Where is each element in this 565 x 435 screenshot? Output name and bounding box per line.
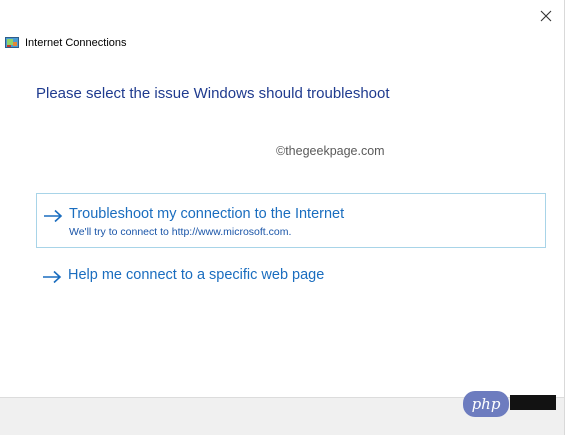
option-connect-specific-web-page[interactable]: Help me connect to a specific web page (36, 262, 546, 292)
php-logo-badge: php (463, 391, 509, 417)
overlay-bar (510, 395, 556, 410)
dialog-window: Internet Connections Please select the i… (0, 0, 565, 435)
title-bar: Internet Connections (5, 37, 127, 49)
arrow-right-icon (44, 209, 63, 223)
close-button[interactable] (534, 4, 558, 28)
network-troubleshooter-icon (5, 37, 19, 48)
page-title: Please select the issue Windows should t… (36, 85, 390, 102)
arrow-right-icon (43, 270, 62, 284)
option-title: Troubleshoot my connection to the Intern… (69, 206, 345, 222)
watermark-text: ©thegeekpage.com (276, 144, 385, 158)
option-description: We'll try to connect to http://www.micro… (69, 226, 292, 238)
close-icon (540, 10, 552, 22)
window-title: Internet Connections (25, 37, 127, 49)
option-troubleshoot-internet-connection[interactable]: Troubleshoot my connection to the Intern… (36, 193, 546, 248)
option-title: Help me connect to a specific web page (68, 267, 325, 283)
